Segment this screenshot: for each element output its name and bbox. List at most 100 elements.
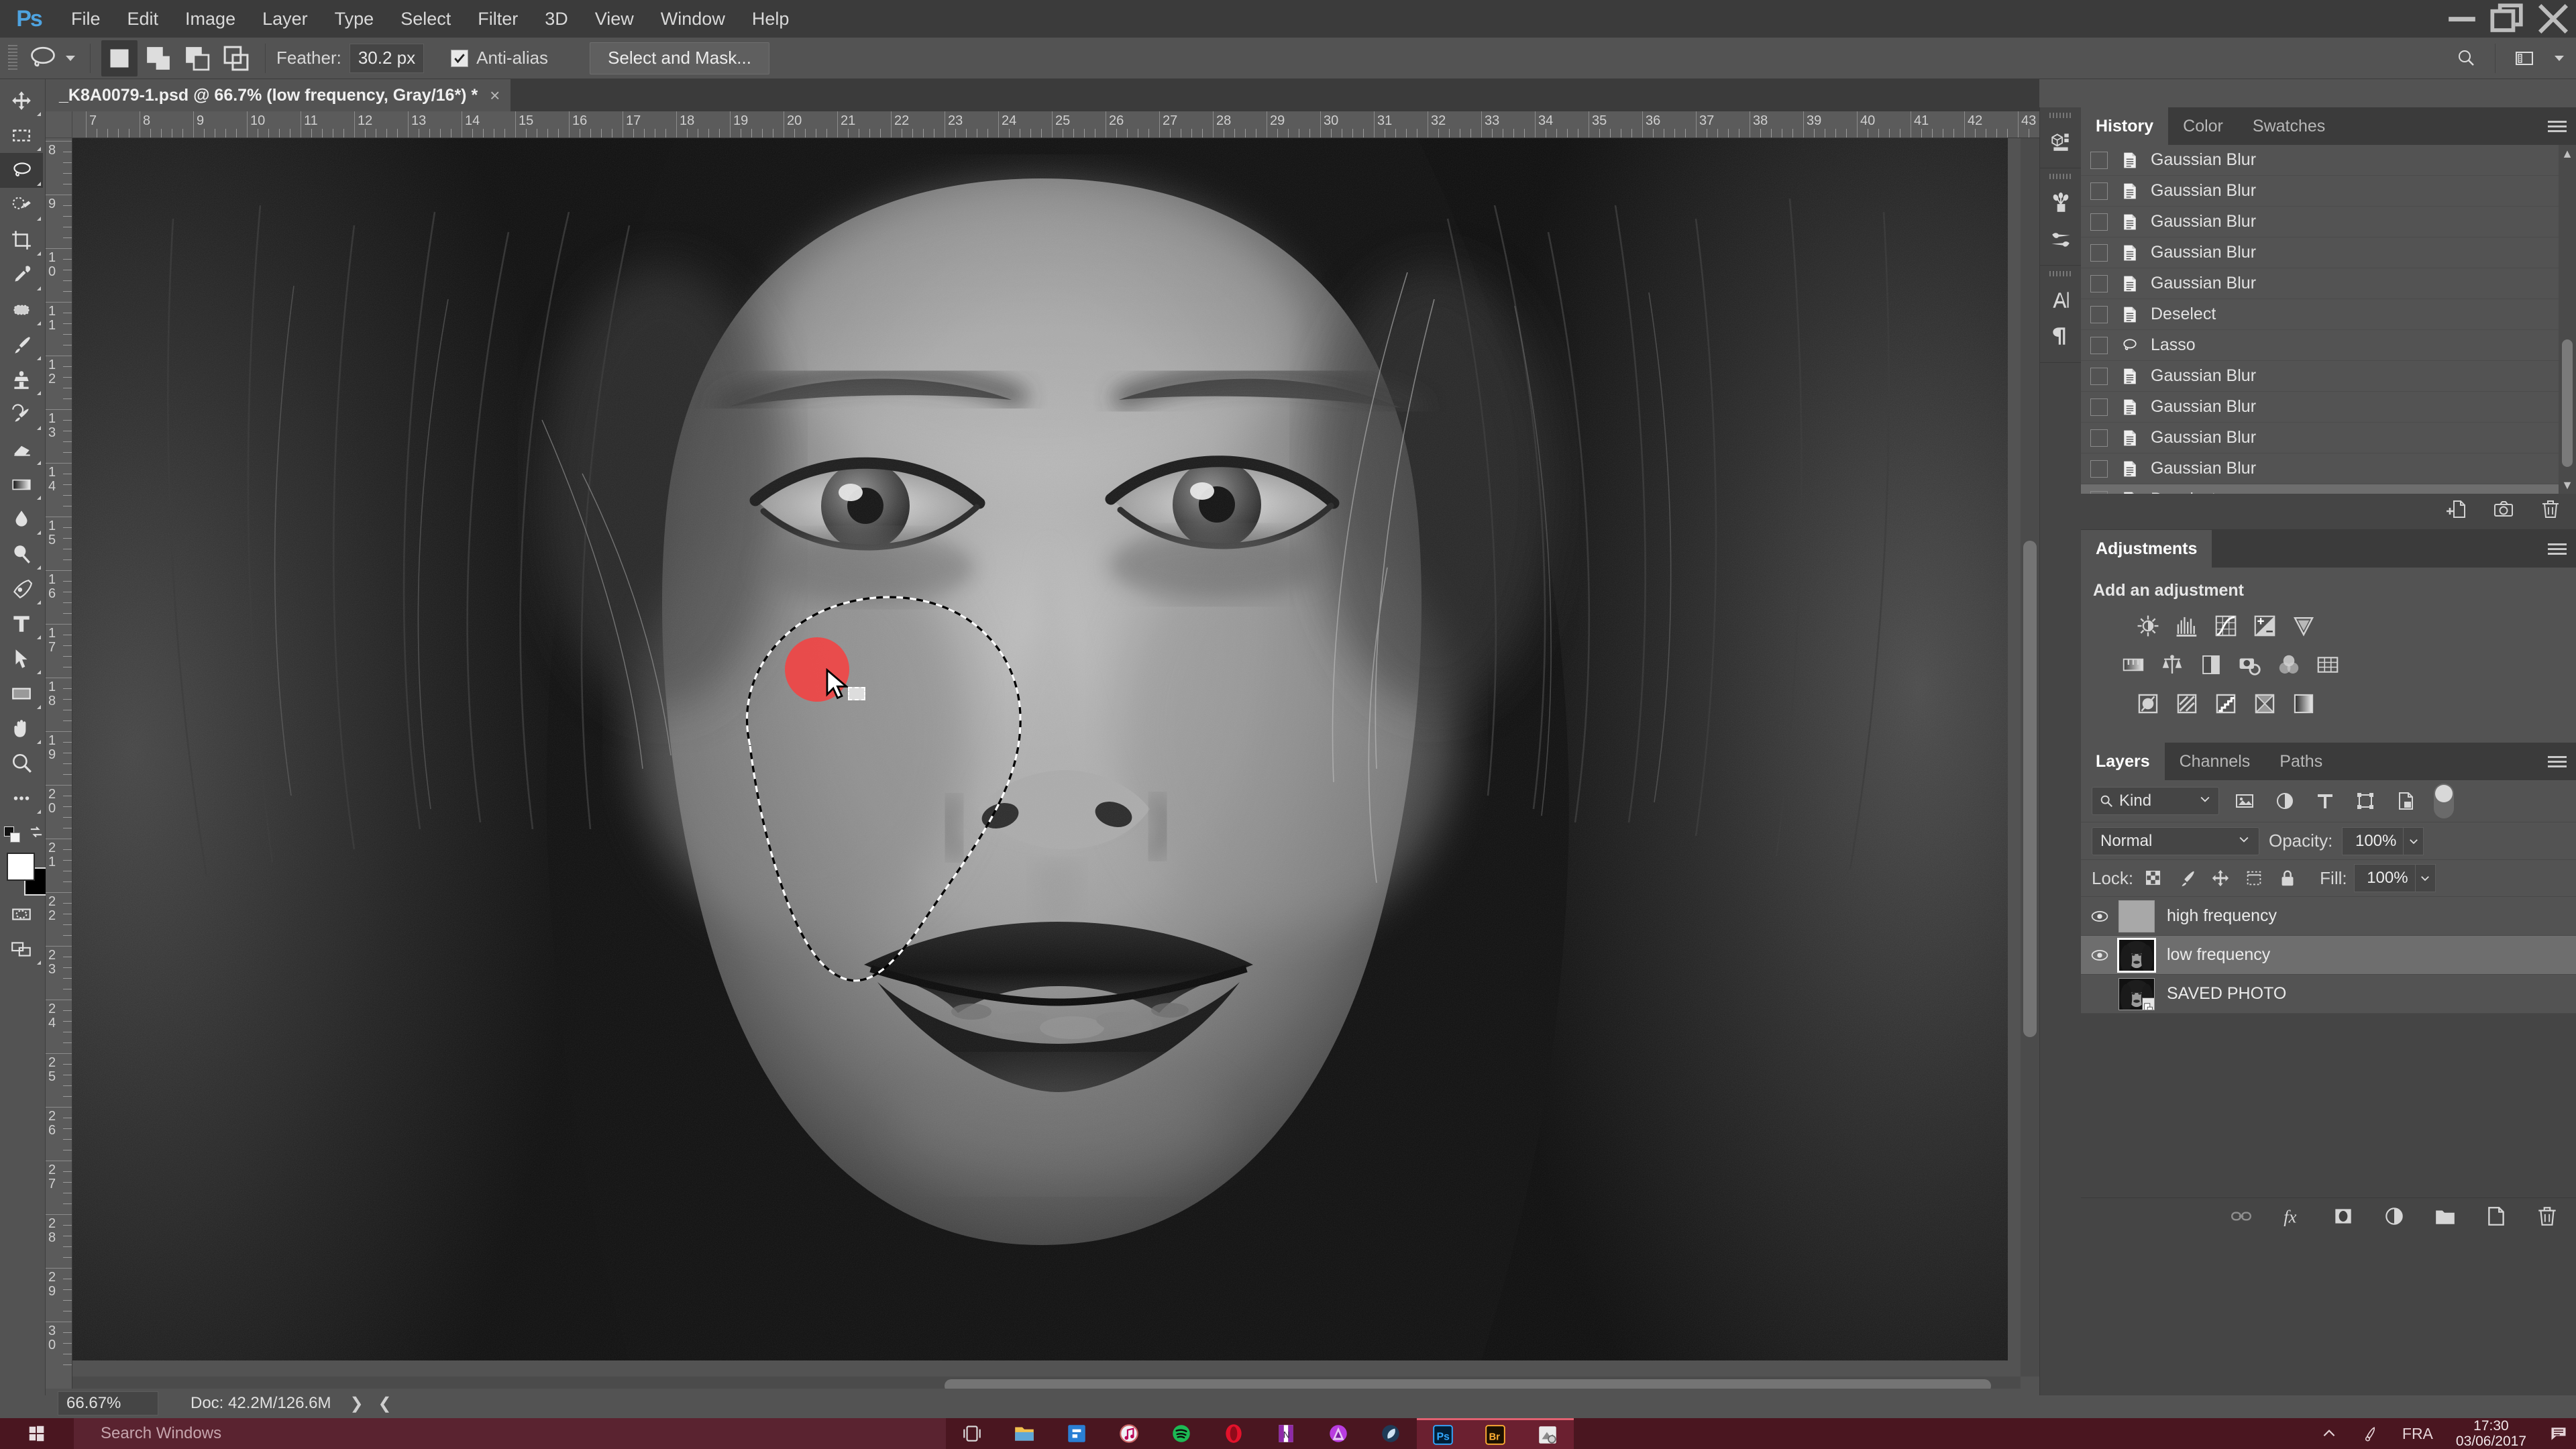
layer-style-fx-icon[interactable]: fx [2281,1205,2304,1232]
history-state-row[interactable]: Gaussian Blur [2081,392,2576,423]
vibrance-icon[interactable] [2289,611,2318,641]
new-group-icon[interactable] [2434,1205,2457,1232]
photoshop-icon[interactable]: Ps [1417,1418,1469,1449]
levels-icon[interactable] [2172,611,2202,641]
search-input[interactable]: Search Windows [74,1418,946,1449]
layer-row[interactable]: SAVED PHOTO [2081,975,2576,1014]
layer-row[interactable]: high frequency [2081,897,2576,936]
curves-icon[interactable] [2211,611,2241,641]
history-source-checkbox[interactable] [2090,274,2108,292]
file-explorer-icon[interactable] [998,1418,1051,1449]
lock-position-icon[interactable] [2207,865,2234,892]
opacity-input[interactable]: 100% [2342,826,2404,855]
spot-healing-brush-tool[interactable] [0,292,43,327]
history-source-checkbox[interactable] [2090,244,2108,262]
rectangle-tool[interactable] [0,676,43,711]
delete-state-icon[interactable] [2540,498,2561,525]
menu-3d[interactable]: 3D [531,0,582,38]
history-source-checkbox[interactable] [2090,429,2108,447]
history-source-checkbox[interactable] [2090,213,2108,231]
nik-icon[interactable]: N [1260,1418,1312,1449]
menu-image[interactable]: Image [172,0,249,38]
filter-shape-icon[interactable] [2351,788,2380,814]
quick-selection-tool[interactable] [0,188,43,223]
status-prev-icon[interactable]: ❮ [378,1394,392,1413]
scrollbar-thumb[interactable] [2562,339,2573,467]
close-button[interactable] [2530,0,2576,38]
filter-enable-toggle[interactable] [2434,784,2454,818]
character-panel-icon[interactable] [2040,282,2082,318]
layer-visibility-eye-icon[interactable] [2081,946,2118,965]
clock[interactable]: 17:30 03/06/2017 [2456,1418,2526,1449]
path-selection-tool[interactable] [0,641,43,676]
history-state-row[interactable]: Gaussian Blur [2081,145,2576,176]
panel-menu-icon[interactable] [2538,743,2576,780]
filter-kind-select[interactable]: Kind [2092,787,2219,815]
color-balance-icon[interactable] [2157,650,2187,680]
options-bar-grip[interactable] [8,44,17,72]
exposure-icon[interactable] [2250,611,2279,641]
zoom-tool[interactable] [0,746,43,781]
foreground-color-swatch[interactable] [7,853,35,881]
fill-input[interactable]: 100% [2353,864,2416,892]
scrollbar-thumb[interactable] [2023,541,2037,1037]
threshold-icon[interactable] [2211,689,2241,718]
brightness-contrast-icon[interactable] [2133,611,2163,641]
menu-view[interactable]: View [582,0,647,38]
zoom-level-input[interactable]: 66.67% [58,1391,158,1415]
history-state-row[interactable]: Gaussian Blur [2081,453,2576,484]
add-layer-mask-icon[interactable] [2332,1205,2355,1232]
eyedropper-tool[interactable] [0,258,43,292]
document-tab[interactable]: _K8A0079-1.psd @ 66.7% (low frequency, G… [46,79,511,111]
new-selection-button[interactable] [101,40,138,76]
dock-grip[interactable] [2049,174,2072,179]
brush-settings-icon[interactable] [2040,221,2082,257]
hue-saturation-icon[interactable] [2118,650,2148,680]
intersect-with-selection-button[interactable] [218,40,254,76]
lock-transparent-pixels-icon[interactable] [2140,865,2167,892]
layer-row[interactable]: low frequency [2081,936,2576,975]
minimize-button[interactable] [2439,0,2485,38]
history-state-row[interactable]: Deselect [2081,484,2576,494]
affinity-icon[interactable] [1312,1418,1364,1449]
history-state-row[interactable]: Lasso [2081,330,2576,361]
dodge-tool[interactable] [0,537,43,572]
restore-button[interactable] [2485,0,2530,38]
quick-mask-button[interactable] [0,897,43,932]
canvas-vertical-scrollbar[interactable] [2021,138,2039,1377]
tab-history[interactable]: History [2081,107,2169,145]
move-tool[interactable] [0,83,43,118]
history-source-checkbox[interactable] [2090,367,2108,385]
history-state-row[interactable]: Gaussian Blur [2081,361,2576,392]
menu-filter[interactable]: Filter [464,0,531,38]
lock-image-pixels-icon[interactable] [2174,865,2200,892]
screen-mode-button[interactable] [0,932,43,967]
scroll-down-icon[interactable]: ▼ [2559,476,2576,494]
history-source-checkbox[interactable] [2090,305,2108,323]
selective-color-icon[interactable] [2250,689,2279,718]
brush-tool[interactable] [0,327,43,362]
hand-tool[interactable] [0,711,43,746]
history-brush-tool[interactable] [0,397,43,432]
history-state-row[interactable]: Gaussian Blur [2081,207,2576,237]
anti-alias-checkbox[interactable] [451,49,469,67]
history-scrollbar[interactable]: ▲ ▼ [2559,145,2576,494]
camera-raw-icon[interactable] [1521,1418,1574,1449]
menu-file[interactable]: File [58,0,114,38]
menu-window[interactable]: Window [647,0,739,38]
history-state-row[interactable]: Gaussian Blur [2081,176,2576,207]
lock-artboard-icon[interactable] [2241,865,2267,892]
history-state-row[interactable]: Gaussian Blur [2081,423,2576,453]
edit-toolbar-button[interactable] [0,781,43,816]
link-layers-icon[interactable] [2230,1205,2253,1232]
filter-smart-object-icon[interactable] [2391,788,2420,814]
task-view-icon[interactable] [946,1418,998,1449]
history-state-row[interactable]: Gaussian Blur [2081,237,2576,268]
menu-select[interactable]: Select [387,0,464,38]
dock-grip[interactable] [2049,113,2072,118]
subtract-from-selection-button[interactable] [179,40,215,76]
crop-tool[interactable] [0,223,43,258]
dock-grip[interactable] [2049,271,2072,276]
add-to-selection-button[interactable] [140,40,176,76]
action-center-icon[interactable] [2549,1424,2568,1443]
